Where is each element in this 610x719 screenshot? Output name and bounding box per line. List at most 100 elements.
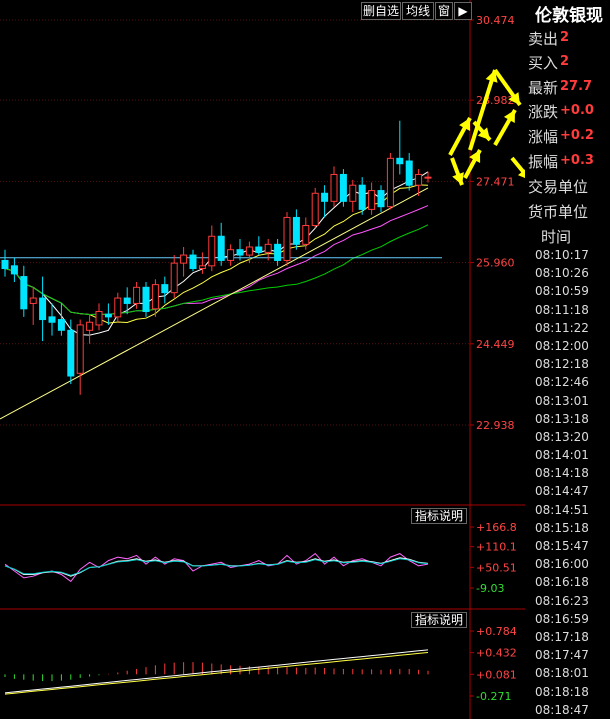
- arrow-shaft: [468, 69, 497, 151]
- candle: [349, 179, 357, 213]
- candle: [189, 249, 197, 272]
- y-tick-label: -9.03: [476, 582, 504, 595]
- candle-body: [151, 284, 159, 310]
- y-tick-label: +110.1: [476, 541, 517, 554]
- trade-unit-row: 交易单位: [528, 178, 589, 196]
- time-item: 08:17:18: [535, 629, 589, 644]
- candle: [236, 238, 244, 261]
- sell-row: 卖出 2: [528, 30, 570, 48]
- y-tick-label: 27.471: [476, 175, 515, 188]
- candle-body: [358, 184, 366, 210]
- candle: [368, 182, 376, 215]
- y-tick-label: +50.51: [476, 561, 517, 574]
- candle-body: [20, 276, 28, 310]
- instrument-title: 伦敦银现: [535, 6, 603, 26]
- candle-body: [133, 286, 141, 304]
- candle-body: [29, 297, 37, 304]
- time-item: 08:14:51: [535, 502, 589, 517]
- candle: [95, 303, 103, 331]
- candle-body: [161, 284, 169, 294]
- candle-body: [405, 160, 413, 186]
- time-item: 08:10:59: [535, 284, 589, 299]
- macd-dif-line: [4, 649, 429, 694]
- candle: [142, 281, 150, 317]
- time-item: 08:12:46: [535, 375, 589, 390]
- candle-body: [198, 265, 206, 270]
- time-item: 08:18:01: [535, 666, 589, 681]
- indicator-help-button-1[interactable]: 指标说明: [411, 508, 467, 524]
- annotation-arrow: [493, 109, 517, 146]
- candle-body: [142, 286, 150, 312]
- candle: [339, 169, 347, 207]
- candle-body: [123, 297, 131, 304]
- candle: [39, 276, 47, 342]
- time-item: 08:14:18: [535, 466, 589, 481]
- y-tick-label: 30.474: [476, 14, 515, 27]
- candle-body: [321, 192, 329, 202]
- candle-body: [114, 297, 122, 318]
- delete-watchlist-button[interactable]: 删自选: [361, 2, 401, 20]
- candle: [76, 319, 84, 395]
- candle-body: [330, 173, 338, 202]
- oscillator-line: [4, 557, 429, 577]
- candle: [386, 152, 394, 210]
- oscillator-signal-line: [4, 558, 429, 576]
- time-item: 08:15:18: [535, 520, 589, 535]
- candle-body: [57, 319, 65, 331]
- candle-body: [292, 216, 300, 245]
- trend-line: [0, 187, 429, 420]
- candle-body: [227, 249, 235, 261]
- ma30-line: [4, 224, 429, 316]
- candle: [123, 287, 131, 315]
- candle: [358, 177, 366, 215]
- candle-body: [302, 225, 310, 245]
- time-item: 08:13:20: [535, 429, 589, 444]
- y-tick-label: 24.449: [476, 338, 515, 351]
- candle-body: [48, 316, 56, 323]
- candle: [217, 222, 225, 266]
- candle-body: [274, 243, 282, 261]
- candle-body: [386, 157, 394, 208]
- candle: [208, 225, 216, 272]
- candle-body: [339, 173, 347, 202]
- time-item: 08:11:22: [535, 320, 589, 335]
- candle: [283, 212, 291, 266]
- candle: [302, 217, 310, 250]
- indicator-help-button-2[interactable]: 指标说明: [411, 612, 467, 628]
- time-item: 08:10:26: [535, 266, 589, 281]
- candle: [321, 185, 329, 218]
- oscillator-line: [4, 552, 429, 583]
- y-tick-label: +0.784: [476, 625, 517, 638]
- candle-body: [283, 216, 291, 261]
- candle: [292, 209, 300, 250]
- candle: [180, 247, 188, 277]
- candle: [10, 257, 18, 282]
- window-button[interactable]: 窗: [435, 2, 453, 20]
- moving-average-button[interactable]: 均线: [402, 2, 434, 20]
- candle: [161, 276, 169, 304]
- time-item: 08:13:18: [535, 411, 589, 426]
- candle-body: [208, 235, 216, 267]
- candle-body: [95, 310, 103, 326]
- candle-body: [264, 243, 272, 253]
- candle-body: [415, 173, 423, 186]
- y-tick-label: -0.271: [476, 690, 511, 703]
- time-item: 08:12:00: [535, 338, 589, 353]
- candle: [67, 319, 75, 385]
- candle-body: [245, 246, 253, 256]
- candle-body: [396, 157, 404, 165]
- candle-body: [170, 262, 178, 294]
- candle: [311, 187, 319, 229]
- candle-body: [76, 324, 84, 374]
- candle: [29, 287, 37, 325]
- candle: [86, 314, 94, 344]
- play-arrow-icon[interactable]: ▶: [454, 2, 472, 20]
- y-tick-label: +0.432: [476, 647, 517, 660]
- time-item: 08:10:17: [535, 248, 589, 262]
- tick-time-list[interactable]: 08:10:17 08:10:26 08:10:59 08:11:18 08:11:22…: [535, 246, 589, 719]
- y-tick-label: 25.960: [476, 257, 515, 270]
- annotation-arrow: [468, 69, 498, 151]
- candle-body: [349, 184, 357, 202]
- candle-body: [236, 249, 244, 256]
- y-tick-label: 22.938: [476, 419, 515, 432]
